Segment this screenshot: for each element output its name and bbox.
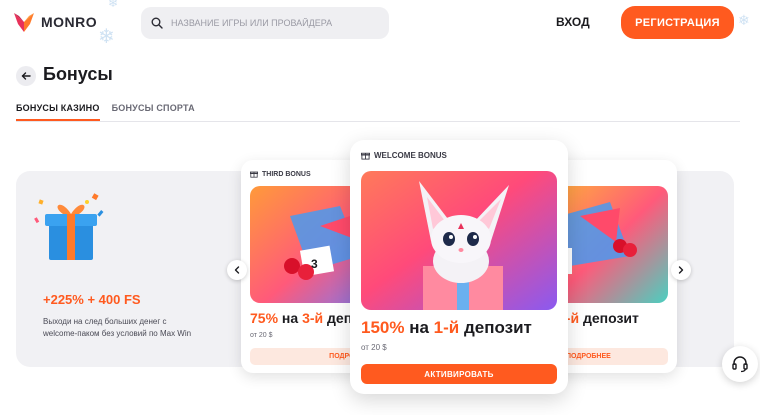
back-button[interactable] xyxy=(16,66,36,86)
tab-casino-bonuses[interactable]: БОНУСЫ КАЗИНО xyxy=(16,103,100,121)
deposit-word: депозит xyxy=(459,318,532,337)
box-number: 3 xyxy=(311,257,318,271)
search-icon xyxy=(151,17,163,29)
gift-box-icon xyxy=(34,193,104,260)
card-label: THIRD BONUS xyxy=(250,170,311,178)
carousel-prev-button[interactable] xyxy=(227,260,247,280)
promo-description: Выходи на след больших денег с welcome-п… xyxy=(43,317,192,338)
card-heading: 150% на 1-й депозит xyxy=(361,318,532,338)
deposit-number: 1-й xyxy=(433,318,460,337)
carousel-next-button[interactable] xyxy=(671,260,691,280)
snowflake-icon: ❄ xyxy=(108,0,119,10)
card-label-text: THIRD BONUS xyxy=(262,170,311,178)
snowflake-icon: ❄ xyxy=(738,12,750,28)
promo-amount: +225% + 400 FS xyxy=(43,292,141,307)
support-chat-button[interactable] xyxy=(722,346,758,382)
login-button[interactable]: ВХОД xyxy=(556,15,590,29)
logo-fox-icon xyxy=(14,13,34,32)
deposit-number: 3-й xyxy=(302,310,324,326)
chevron-right-icon xyxy=(678,266,684,274)
bonus-percent: 75% xyxy=(250,310,279,326)
activate-button[interactable]: АКТИВИРОВАТЬ xyxy=(361,364,557,384)
header: MONRO ❄ ❄ ❄ ВХОД РЕГИСТРАЦИЯ xyxy=(0,0,760,48)
brand-name: MONRO xyxy=(41,14,98,30)
bonus-preposition: на xyxy=(404,318,434,337)
logo[interactable]: MONRO xyxy=(12,10,97,34)
register-button[interactable]: РЕГИСТРАЦИЯ xyxy=(621,6,734,39)
card-heading: 2-й депозит xyxy=(558,310,639,326)
gift-icon xyxy=(250,171,258,178)
bonus-preposition: на xyxy=(278,310,303,326)
bonus-tabs: БОНУСЫ КАЗИНО БОНУСЫ СПОРТА xyxy=(16,103,740,122)
headset-icon xyxy=(732,356,748,373)
card-image xyxy=(361,171,557,310)
search-input[interactable] xyxy=(171,18,371,28)
gift-icon xyxy=(361,152,370,160)
chevron-left-icon xyxy=(234,266,240,274)
arrow-left-icon xyxy=(21,72,31,80)
page-title: Бонусы xyxy=(43,64,113,84)
card-label-text: WELCOME BONUS xyxy=(374,151,447,160)
bonus-percent: 150% xyxy=(361,318,405,337)
search-bar[interactable] xyxy=(141,7,389,39)
bonus-card-welcome[interactable]: WELCOME BONUS 150% на 1-й депозит от 20 … xyxy=(350,140,568,394)
snowflake-icon: ❄ xyxy=(98,26,115,48)
min-deposit: от 20 $ xyxy=(250,332,273,339)
min-deposit: от 20 $ xyxy=(361,343,387,352)
card-label: WELCOME BONUS xyxy=(361,151,447,160)
deposit-word: депозит xyxy=(579,310,639,326)
tab-sport-bonuses[interactable]: БОНУСЫ СПОРТА xyxy=(112,103,195,121)
